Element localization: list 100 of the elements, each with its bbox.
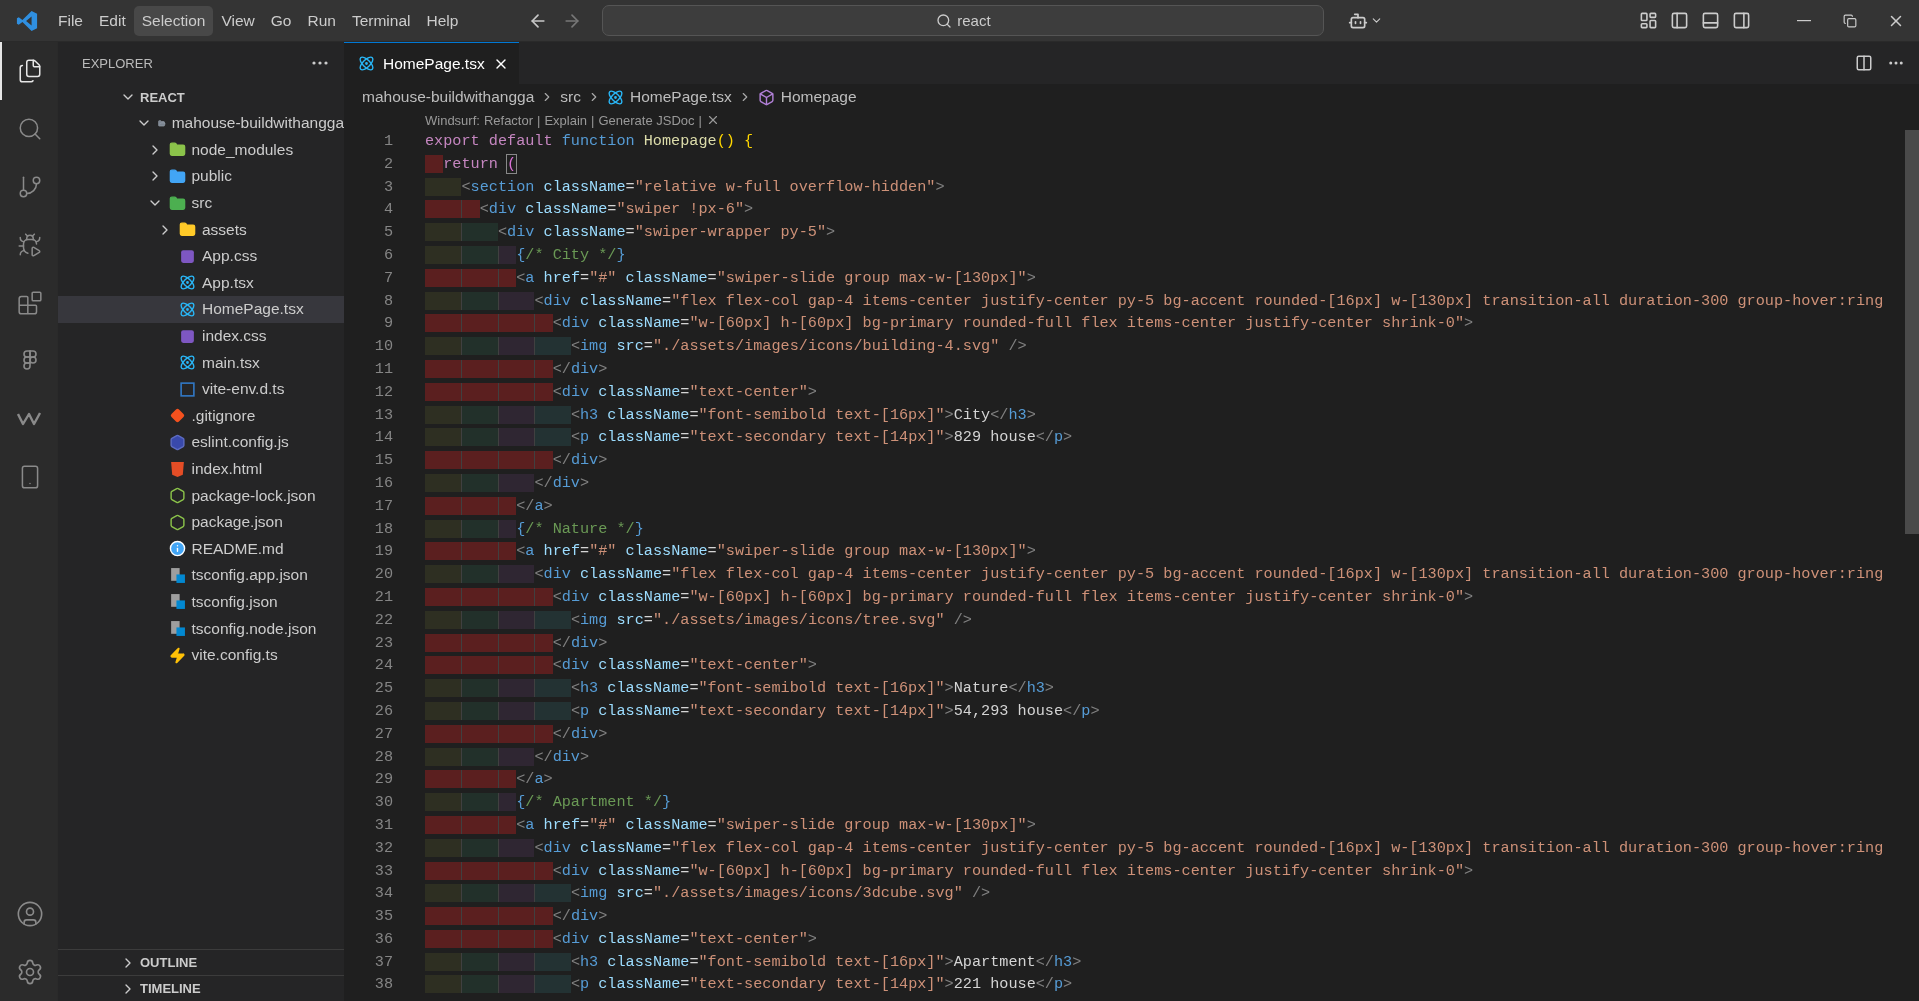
file-icon bbox=[179, 380, 196, 398]
sidebar-title: EXPLORER bbox=[82, 55, 153, 71]
line-number: 37 bbox=[373, 951, 394, 973]
panel-header[interactable]: TIMELINE bbox=[58, 975, 344, 1001]
menu-item[interactable]: Terminal bbox=[343, 5, 419, 36]
code-line: </div> bbox=[425, 905, 608, 928]
panel-right-icon[interactable] bbox=[1732, 11, 1751, 30]
panel-bottom-icon[interactable] bbox=[1701, 11, 1720, 30]
code-line: <div className="text-center"> bbox=[425, 654, 817, 678]
menu-item[interactable]: File bbox=[50, 5, 91, 36]
file-tree-item[interactable]: public bbox=[58, 163, 344, 190]
code-line: <a href="#" className="swiper-slide group max-w-[130px]"> bbox=[425, 540, 1036, 564]
line-number: 15 bbox=[373, 450, 394, 472]
line-number: 28 bbox=[373, 746, 394, 768]
split-editor-icon[interactable] bbox=[1855, 54, 1873, 72]
code-line: <p className="text-secondary text-[14px]">54,293 house</p> bbox=[425, 699, 1100, 723]
menu-item[interactable]: Run bbox=[299, 5, 344, 36]
file-tree-item[interactable]: node_modules bbox=[58, 136, 344, 164]
code-line: </div> bbox=[425, 722, 608, 746]
menu-item[interactable]: Edit bbox=[91, 5, 134, 36]
file-tree-item[interactable]: eslint.config.js bbox=[58, 429, 344, 456]
minimize-icon bbox=[1797, 19, 1811, 22]
line-number: 1 bbox=[382, 131, 394, 152]
file-tree-item[interactable]: tsconfig.app.json bbox=[58, 562, 344, 589]
code-line: {/* Nature */} bbox=[425, 517, 644, 541]
file-tree-item[interactable]: src bbox=[58, 189, 344, 217]
line-number: 33 bbox=[373, 860, 394, 882]
breadcrumb-item[interactable]: mahouse-buildwithangga bbox=[362, 88, 535, 106]
file-tree-item[interactable]: package.json bbox=[58, 508, 344, 536]
code-line: <h3 className="font-semibold text-[16px]">City</h3> bbox=[425, 403, 1036, 427]
line-number: 10 bbox=[373, 336, 394, 358]
line-number: 8 bbox=[382, 290, 394, 312]
restore-icon bbox=[1843, 13, 1857, 28]
file-tree-item[interactable]: index.css bbox=[58, 322, 344, 350]
line-number: 24 bbox=[373, 655, 394, 677]
search-field[interactable]: react bbox=[602, 5, 1325, 36]
folder-icon bbox=[168, 194, 186, 212]
editor-tab[interactable]: HomePage.tsx bbox=[344, 42, 519, 84]
folder-icon bbox=[168, 168, 186, 185]
panel-header[interactable]: OUTLINE bbox=[58, 949, 344, 975]
code-line: {/* Apartment */} bbox=[425, 791, 672, 814]
line-number: 6 bbox=[382, 245, 394, 266]
file-tree-item[interactable]: main.tsx bbox=[58, 349, 344, 376]
file-tree-item[interactable]: App.css bbox=[58, 242, 344, 270]
menu-item[interactable]: Go bbox=[262, 5, 300, 36]
layout-icon[interactable] bbox=[1639, 11, 1658, 30]
code-line: <div className="swiper-wrapper py-5"> bbox=[425, 221, 836, 244]
folder-icon bbox=[168, 141, 186, 159]
hexagon-icon bbox=[168, 513, 186, 531]
code-line: <div className="w-[60px] h-[60px] bg-primary rounded-full flex items-center justify-center shrink-0"> bbox=[425, 585, 1474, 609]
breadcrumb-item[interactable]: src bbox=[560, 88, 581, 106]
file-tree-item[interactable]: vite-env.d.ts bbox=[58, 375, 344, 403]
code-line: <section className="relative w-full overflow-hidden"> bbox=[425, 175, 945, 199]
code-line: <div className="text-center"> bbox=[425, 927, 817, 951]
code-line: {/* City */} bbox=[425, 244, 626, 267]
code-line: <h3 className="font-semibold text-[16px]">Apartment</h3> bbox=[425, 950, 1082, 974]
file-tree-item[interactable]: vite.config.ts bbox=[58, 641, 344, 669]
file-tree-item[interactable]: README.md bbox=[58, 535, 344, 563]
file-tree-item[interactable]: HomePage.tsx bbox=[58, 296, 344, 323]
line-number: 4 bbox=[382, 199, 394, 221]
code-line: <img src="./assets/images/icons/building-4.svg" /> bbox=[425, 335, 1027, 358]
file-tree-item[interactable]: tsconfig.json bbox=[58, 588, 344, 616]
line-number: 7 bbox=[382, 267, 394, 289]
breadcrumb-item[interactable]: Homepage bbox=[757, 88, 857, 106]
menu-item[interactable]: Selection bbox=[133, 5, 214, 36]
separator-text: | bbox=[591, 112, 595, 128]
line-number: 23 bbox=[373, 632, 394, 654]
codelens-link[interactable]: Generate JSDoc bbox=[598, 112, 695, 128]
shield-icon bbox=[168, 460, 186, 478]
ellipsis-icon bbox=[312, 61, 328, 65]
account-icon bbox=[15, 900, 44, 928]
atom-icon bbox=[179, 274, 196, 292]
hexagon-icon bbox=[168, 433, 186, 451]
breadcrumb-item[interactable]: HomePage.tsx bbox=[607, 88, 732, 106]
code-line: <div className="text-center"> bbox=[425, 380, 817, 404]
atom-icon bbox=[607, 88, 624, 106]
file-tree-item[interactable]: .gitignore bbox=[58, 402, 344, 430]
line-number: 31 bbox=[373, 814, 394, 836]
code-line: <div className="w-[60px] h-[60px] bg-primary rounded-full flex items-center justify-center shrink-0"> bbox=[425, 859, 1474, 883]
codelens-link[interactable]: Explain bbox=[544, 112, 588, 128]
panel-left-icon[interactable] bbox=[1670, 11, 1689, 30]
menu-item[interactable]: Help bbox=[418, 5, 467, 36]
line-number: 22 bbox=[373, 609, 394, 631]
codelens-link[interactable]: Refactor bbox=[483, 112, 534, 128]
more-button[interactable] bbox=[310, 59, 330, 67]
hexagon-icon bbox=[168, 487, 186, 505]
line-number: 25 bbox=[373, 678, 394, 700]
separator-text: | bbox=[537, 112, 541, 128]
file-tree-item[interactable]: package-lock.json bbox=[58, 482, 344, 509]
file-tree-item[interactable]: App.tsx bbox=[58, 269, 344, 297]
folder-icon bbox=[179, 221, 196, 239]
file-tree-item[interactable]: tsconfig.node.json bbox=[58, 615, 344, 642]
file-icon bbox=[168, 620, 186, 638]
file-tree-item[interactable]: mahouse-buildwithangga bbox=[58, 110, 344, 137]
file-tree-item[interactable]: index.html bbox=[58, 455, 344, 483]
scrollbar[interactable] bbox=[1905, 130, 1919, 534]
file-tree-item[interactable]: assets bbox=[58, 216, 344, 243]
info-icon bbox=[168, 540, 186, 558]
menu-item[interactable]: View bbox=[213, 5, 263, 36]
workspace-header[interactable]: REACT bbox=[58, 84, 344, 110]
